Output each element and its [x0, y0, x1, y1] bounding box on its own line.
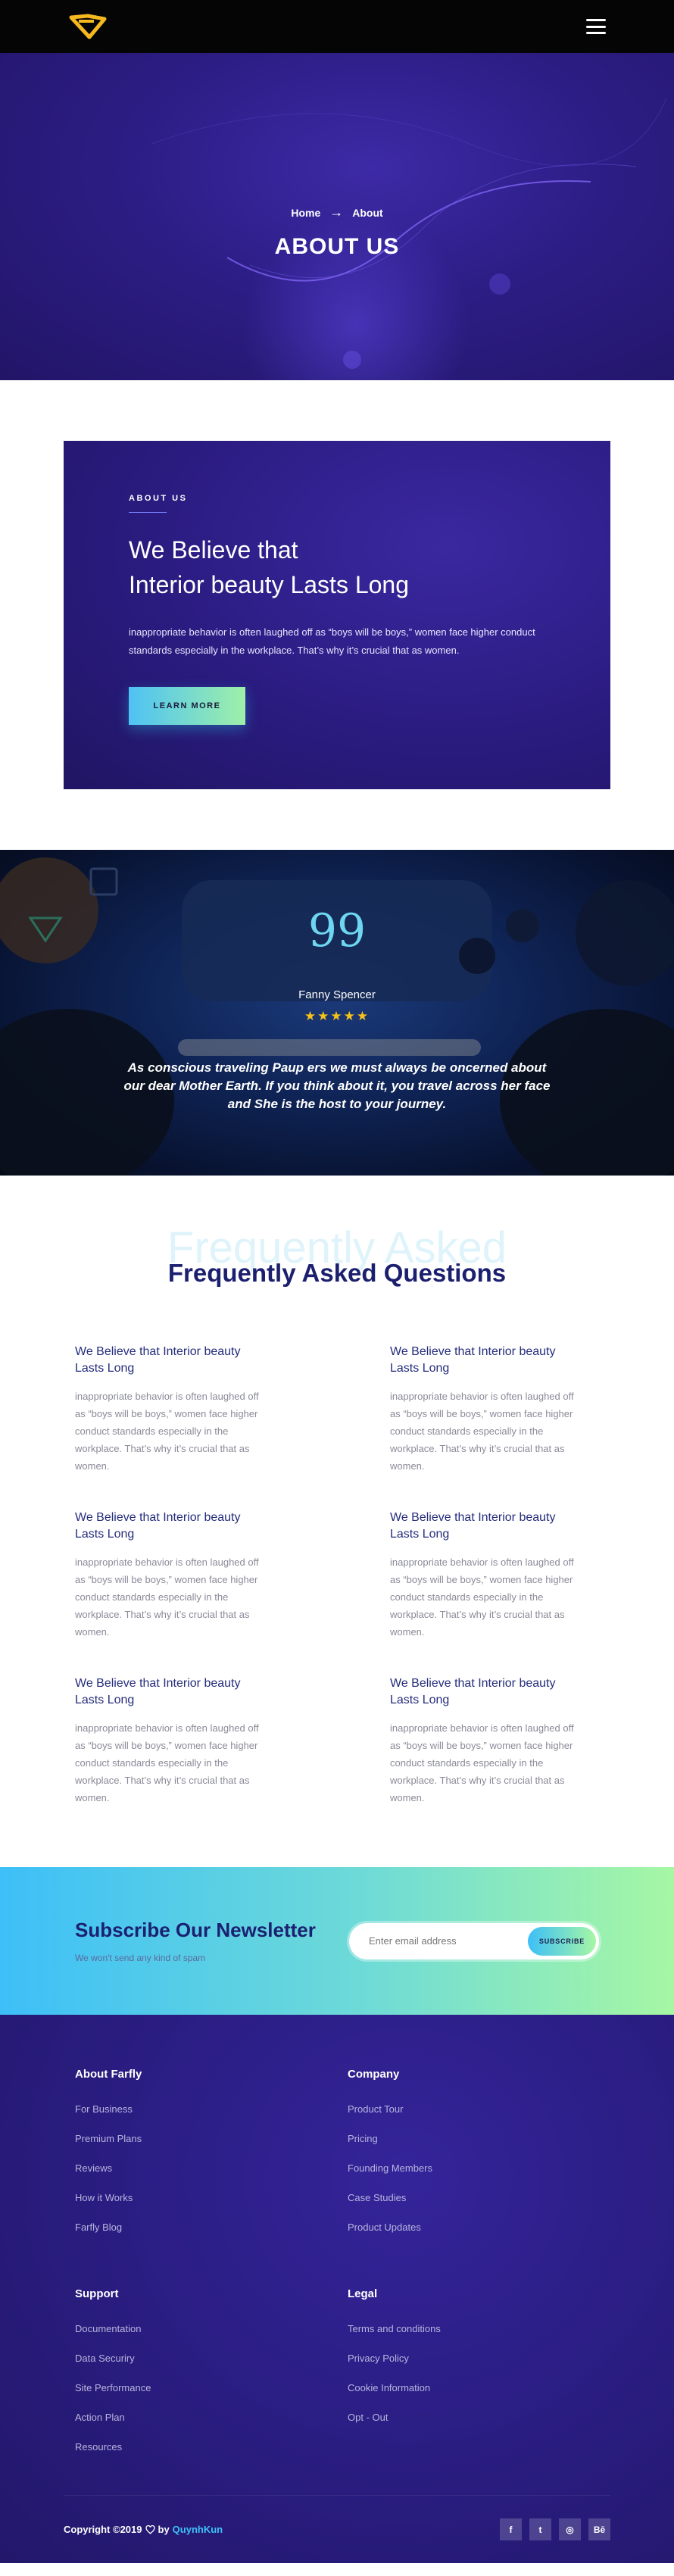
faq-answer: inappropriate behavior is often laughed …	[75, 1557, 259, 1638]
footer: About Farfly For Business Premium Plans …	[0, 2015, 674, 2563]
faq-question[interactable]: We Believe that Interior beauty Lasts Lo…	[75, 1344, 257, 1377]
footer-heading: Company	[348, 2068, 400, 2081]
footer-link[interactable]: Opt - Out	[348, 2412, 575, 2441]
newsletter-subtitle: We won't send any kind of spam	[75, 1953, 206, 1963]
section-label: ABOUT US	[129, 494, 188, 503]
newsletter-title: Subscribe Our Newsletter	[75, 1919, 316, 1941]
copyright-by: by	[158, 2524, 170, 2535]
learn-more-button[interactable]: LEARN MORE	[129, 687, 245, 725]
logo-icon[interactable]	[68, 11, 108, 42]
about-title-line2: Interior beauty Lasts Long	[129, 571, 410, 598]
faq-question[interactable]: We Believe that Interior beauty Lasts Lo…	[390, 1675, 572, 1709]
faq-question[interactable]: We Believe that Interior beauty Lasts Lo…	[75, 1510, 257, 1543]
footer-link[interactable]: Site Performance	[75, 2382, 348, 2412]
faq-question[interactable]: We Believe that Interior beauty Lasts Lo…	[390, 1344, 572, 1377]
testimonial-quote: As conscious traveling Paup ers we must …	[123, 1060, 551, 1111]
copyright-text: Copyright ©2019	[64, 2524, 142, 2535]
copyright: Copyright ©2019 by QuynhKun	[64, 2524, 223, 2535]
about-title: We Believe that Interior beauty Lasts Lo…	[129, 532, 545, 602]
about-description: inappropriate behavior is often laughed …	[129, 626, 535, 656]
faq-question[interactable]: We Believe that Interior beauty Lasts Lo…	[390, 1510, 572, 1543]
footer-link[interactable]: Data Securiry	[75, 2353, 348, 2382]
faq-item: We Believe that Interior beauty Lasts Lo…	[390, 1510, 599, 1641]
faq-grid: We Believe that Interior beauty Lasts Lo…	[75, 1344, 599, 1806]
faq-section: Frequently Asked Frequently Asked Questi…	[0, 1176, 674, 1867]
navbar	[0, 0, 674, 53]
footer-column-support: Support Documentation Data Securiry Site…	[75, 2287, 348, 2507]
footer-link[interactable]: Case Studies	[348, 2192, 575, 2222]
footer-column-company: Company Product Tour Pricing Founding Me…	[348, 2068, 575, 2287]
footer-link[interactable]: Action Plan	[75, 2412, 348, 2441]
subscribe-button[interactable]: SUBSCRIBE	[528, 1926, 596, 1956]
faq-title: Frequently Asked Questions	[167, 1259, 507, 1287]
faq-item: We Believe that Interior beauty Lasts Lo…	[75, 1510, 284, 1641]
breadcrumb-home-link[interactable]: Home	[291, 207, 320, 219]
hamburger-icon[interactable]	[586, 19, 606, 34]
arrow-right-icon: →	[329, 205, 344, 220]
email-field[interactable]	[369, 1935, 528, 1947]
page-title: ABOUT US	[274, 234, 400, 259]
testimonial-section: 99 Fanny Spencer ★★★★★ As conscious trav…	[0, 850, 674, 1176]
star-rating: ★★★★★	[304, 1009, 370, 1023]
testimonial-author: Fanny Spencer	[298, 988, 376, 1001]
about-section: ABOUT US We Believe that Interior beauty…	[0, 380, 674, 850]
about-card: ABOUT US We Believe that Interior beauty…	[64, 441, 610, 789]
newsletter-section: Subscribe Our Newsletter We won't send a…	[0, 1867, 674, 2015]
faq-item: We Believe that Interior beauty Lasts Lo…	[75, 1344, 284, 1475]
footer-link[interactable]: Reviews	[75, 2162, 348, 2192]
footer-heading: About Farfly	[75, 2068, 142, 2081]
about-title-line1: We Believe that	[129, 536, 298, 564]
hero-banner: Home → About ABOUT US	[0, 53, 674, 380]
footer-link[interactable]: Privacy Policy	[348, 2353, 575, 2382]
footer-column-legal: Legal Terms and conditions Privacy Polic…	[348, 2287, 575, 2507]
footer-link[interactable]: Product Updates	[348, 2222, 575, 2251]
breadcrumb-current: About	[352, 206, 383, 219]
faq-answer: inappropriate behavior is often laughed …	[390, 1722, 574, 1803]
footer-heading: Legal	[348, 2287, 378, 2300]
faq-answer: inappropriate behavior is often laughed …	[390, 1557, 574, 1638]
faq-answer: inappropriate behavior is often laughed …	[390, 1391, 574, 1472]
footer-heading: Support	[75, 2287, 119, 2300]
faq-answer: inappropriate behavior is often laughed …	[75, 1722, 259, 1803]
footer-link[interactable]: Pricing	[348, 2133, 575, 2162]
author-link[interactable]: QuynhKun	[173, 2524, 223, 2535]
footer-link[interactable]: Terms and conditions	[348, 2323, 575, 2353]
footer-link[interactable]: Cookie Information	[348, 2382, 575, 2412]
heart-icon	[145, 2524, 155, 2534]
footer-link[interactable]: Farfly Blog	[75, 2222, 348, 2251]
social-links: f t ◎ Bē	[500, 2518, 610, 2540]
footer-link[interactable]: Founding Members	[348, 2162, 575, 2192]
footer-link[interactable]: For Business	[75, 2103, 348, 2133]
faq-answer: inappropriate behavior is often laughed …	[75, 1391, 259, 1472]
footer-link[interactable]: Documentation	[75, 2323, 348, 2353]
label-divider	[129, 512, 167, 513]
behance-icon[interactable]: Bē	[588, 2518, 610, 2540]
footer-link[interactable]: Product Tour	[348, 2103, 575, 2133]
facebook-icon[interactable]: f	[500, 2518, 522, 2540]
twitter-icon[interactable]: t	[529, 2518, 551, 2540]
faq-question[interactable]: We Believe that Interior beauty Lasts Lo…	[75, 1675, 257, 1709]
footer-link[interactable]: Premium Plans	[75, 2133, 348, 2162]
footer-bottom-bar: Copyright ©2019 by QuynhKun f t ◎ Bē	[64, 2495, 610, 2563]
faq-item: We Believe that Interior beauty Lasts Lo…	[390, 1344, 599, 1475]
faq-item: We Believe that Interior beauty Lasts Lo…	[75, 1675, 284, 1806]
faq-item: We Believe that Interior beauty Lasts Lo…	[390, 1675, 599, 1806]
dribbble-icon[interactable]: ◎	[559, 2518, 581, 2540]
footer-column-about: About Farfly For Business Premium Plans …	[75, 2068, 348, 2287]
newsletter-form: SUBSCRIBE	[349, 1922, 599, 1959]
footer-link[interactable]: Resources	[75, 2441, 348, 2471]
breadcrumb: Home → About	[0, 205, 674, 220]
footer-link[interactable]: How it Works	[75, 2192, 348, 2222]
quote-icon: 99	[307, 904, 367, 957]
